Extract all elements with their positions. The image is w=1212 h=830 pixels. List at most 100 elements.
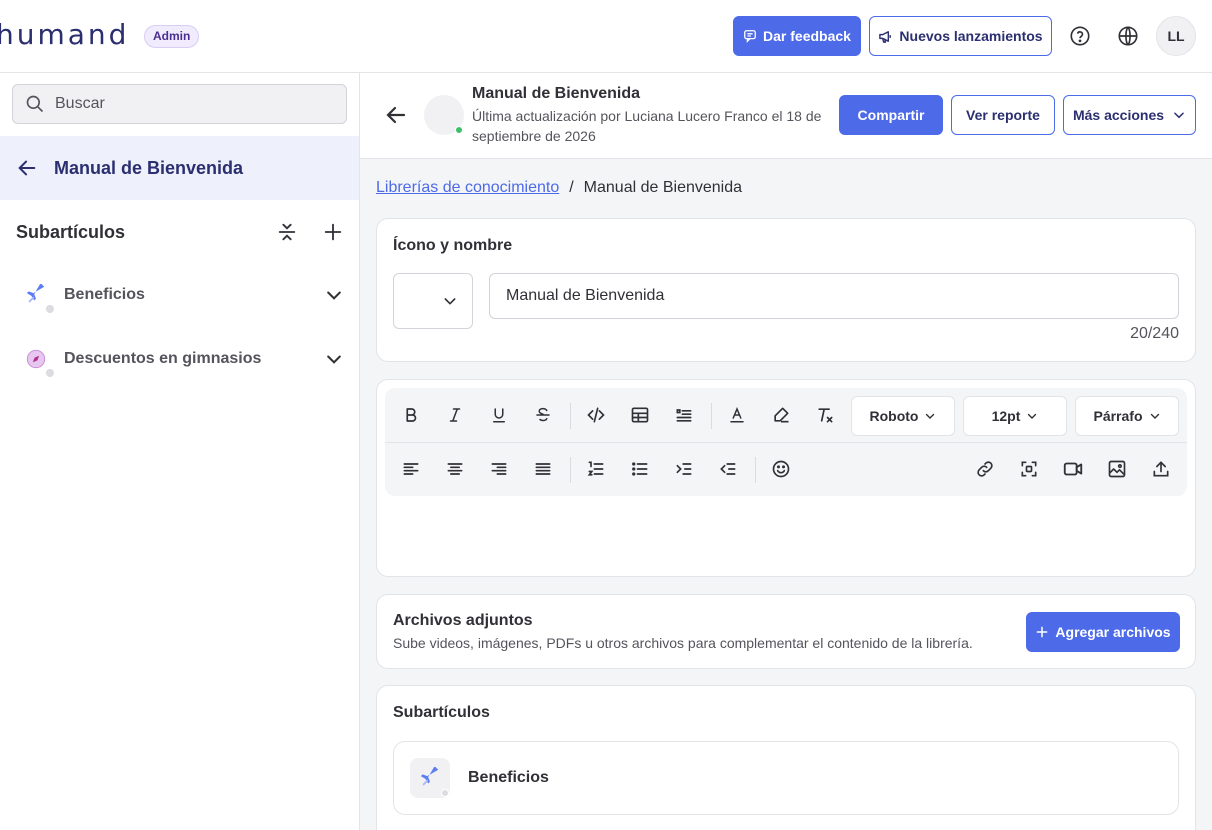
font-family-select[interactable]: Roboto <box>851 396 955 436</box>
bold-icon[interactable] <box>395 399 427 431</box>
editor-toolbar: Roboto 12pt Párrafo <box>385 388 1187 496</box>
plus-icon <box>1035 625 1049 639</box>
block-type-select[interactable]: Párrafo <box>1075 396 1179 436</box>
sidebar-current-article[interactable]: Manual de Bienvenida <box>0 136 359 200</box>
sidebar-item-label: Beneficios <box>64 286 145 303</box>
image-icon[interactable] <box>1101 453 1133 485</box>
table-icon[interactable] <box>624 399 656 431</box>
outdent-icon[interactable] <box>712 453 744 485</box>
sidebar-item-descuentos[interactable]: Descuentos en gimnasios <box>16 339 344 379</box>
top-bar: humand Admin Dar feedback Nuevos lanzami… <box>0 0 1212 73</box>
quote-icon[interactable] <box>668 399 700 431</box>
attachments-card: Archivos adjuntos Sube videos, imágenes,… <box>376 594 1196 669</box>
back-arrow-icon[interactable] <box>384 103 408 127</box>
subarticle-name: Beneficios <box>468 769 549 786</box>
feedback-label: Dar feedback <box>763 28 851 44</box>
highlight-icon[interactable] <box>765 399 797 431</box>
indent-icon[interactable] <box>668 453 700 485</box>
clear-format-icon[interactable] <box>809 399 841 431</box>
character-counter: 20/240 <box>1130 325 1179 342</box>
link-icon[interactable] <box>969 453 1001 485</box>
numbered-list-icon[interactable] <box>580 453 612 485</box>
upload-icon[interactable] <box>1145 453 1177 485</box>
article-header: Manual de Bienvenida Última actualizació… <box>360 73 1212 159</box>
admin-badge: Admin <box>144 25 200 48</box>
align-justify-icon[interactable] <box>527 453 559 485</box>
font-size-select[interactable]: 12pt <box>963 396 1067 436</box>
chevron-down-icon <box>442 293 458 309</box>
emoji-icon[interactable] <box>765 453 797 485</box>
user-avatar[interactable]: LL <box>1156 16 1196 56</box>
subarticles-card: Subartículos Beneficios <box>376 685 1196 830</box>
sidebar: Manual de Bienvenida Subartículos Benefi… <box>0 73 360 830</box>
breadcrumb: Librerías de conocimiento / Manual de Bi… <box>376 179 742 197</box>
article-name-input[interactable] <box>489 273 1179 319</box>
airplane-icon <box>16 275 56 315</box>
chevron-down-icon <box>1026 410 1038 422</box>
subarticle-row[interactable]: Beneficios <box>393 741 1179 815</box>
chevron-down-icon[interactable] <box>324 349 344 369</box>
subarticles-title: Subartículos <box>393 704 490 721</box>
add-files-button[interactable]: Agregar archivos <box>1026 612 1180 652</box>
chevron-down-icon <box>1172 108 1186 122</box>
search-box[interactable] <box>12 84 347 124</box>
breadcrumb-separator: / <box>569 179 574 196</box>
sidebar-article-title: Manual de Bienvenida <box>54 157 244 178</box>
feedback-button[interactable]: Dar feedback <box>733 16 861 56</box>
add-files-label: Agregar archivos <box>1055 624 1171 640</box>
underline-icon[interactable] <box>483 399 515 431</box>
globe-icon[interactable] <box>1113 21 1143 51</box>
releases-label: Nuevos lanzamientos <box>899 28 1043 44</box>
breadcrumb-current: Manual de Bienvenida <box>583 179 743 196</box>
sidebar-item-beneficios[interactable]: Beneficios <box>16 275 344 315</box>
align-center-icon[interactable] <box>439 453 471 485</box>
megaphone-icon <box>878 29 893 44</box>
chat-icon <box>743 29 757 43</box>
releases-button[interactable]: Nuevos lanzamientos <box>869 16 1052 56</box>
chevron-down-icon <box>1149 410 1161 422</box>
app-logo[interactable]: humand <box>0 18 129 51</box>
collapse-all-icon[interactable] <box>276 221 298 243</box>
code-icon[interactable] <box>580 399 612 431</box>
view-report-button[interactable]: Ver reporte <box>951 95 1055 135</box>
icon-name-card: Ícono y nombre 20/240 <box>376 218 1196 362</box>
search-input[interactable] <box>55 95 315 113</box>
icon-name-title: Ícono y nombre <box>393 237 513 254</box>
editor-content-area[interactable] <box>385 504 1187 570</box>
chevron-down-icon[interactable] <box>324 285 344 305</box>
help-icon[interactable] <box>1065 21 1095 51</box>
article-last-update: Última actualización por Luciana Lucero … <box>472 108 822 144</box>
block-type-value: Párrafo <box>1093 408 1143 424</box>
video-icon[interactable] <box>1057 453 1089 485</box>
align-right-icon[interactable] <box>483 453 515 485</box>
icon-picker[interactable] <box>393 273 473 329</box>
bullet-list-icon[interactable] <box>624 453 656 485</box>
attachments-title: Archivos adjuntos <box>393 612 533 629</box>
sidebar-subarticles-label: Subartículos <box>16 221 126 242</box>
font-family-value: Roboto <box>869 408 919 424</box>
strikethrough-icon[interactable] <box>527 399 559 431</box>
article-title: Manual de Bienvenida <box>472 85 641 102</box>
compass-icon <box>16 339 56 379</box>
article-avatar <box>424 95 464 135</box>
font-size-value: 12pt <box>991 408 1021 424</box>
chevron-down-icon <box>924 410 936 422</box>
search-icon <box>25 94 45 114</box>
align-left-icon[interactable] <box>395 453 427 485</box>
airplane-icon <box>410 758 450 798</box>
editor-card: Roboto 12pt Párrafo <box>376 379 1196 577</box>
attachments-description: Sube videos, imágenes, PDFs u otros arch… <box>393 635 973 651</box>
embed-icon[interactable] <box>1013 453 1045 485</box>
italic-icon[interactable] <box>439 399 471 431</box>
online-status-dot <box>455 126 463 134</box>
sidebar-item-label: Descuentos en gimnasios <box>64 350 262 367</box>
more-actions-label: Más acciones <box>1072 107 1165 123</box>
main-content: Manual de Bienvenida Última actualizació… <box>360 73 1212 830</box>
sidebar-subarticles-header: Subartículos <box>16 219 344 245</box>
more-actions-button[interactable]: Más acciones <box>1063 95 1196 135</box>
breadcrumb-link-libraries[interactable]: Librerías de conocimiento <box>376 179 559 197</box>
text-color-icon[interactable] <box>721 399 753 431</box>
share-button[interactable]: Compartir <box>839 95 943 135</box>
back-arrow-icon[interactable] <box>16 157 38 179</box>
add-subarticle-icon[interactable] <box>322 221 344 243</box>
